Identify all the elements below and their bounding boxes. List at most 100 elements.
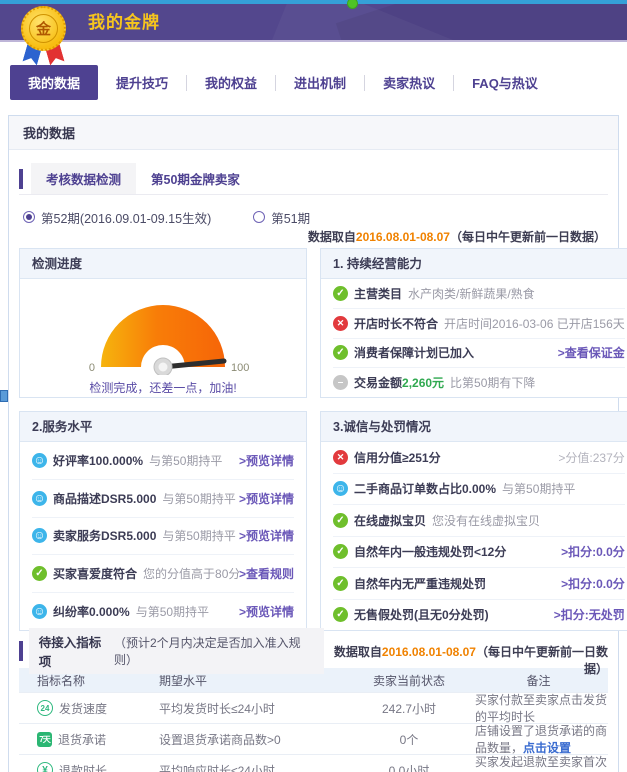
check-circle-icon [333,607,348,622]
metric-desc: 与第50期持平 [149,452,222,469]
panel-progress: 检测进度 0 [19,248,307,398]
metric-panels-grid: 检测进度 0 [19,248,608,631]
metric-title: 纠纷率0.000% [53,603,130,620]
indicator-current: 242.7小时 [349,700,469,717]
indicator-expect: 设置退货承诺商品数>0 [159,731,349,748]
table-row: 退货承诺 设置退货承诺商品数>0 0个 店铺设置了退货承诺的商品数量，点击设置 [19,723,608,754]
section-title: 我的数据 [9,116,618,150]
panel-service-body: 好评率100.000% 与第50期持平 >预览详情 商品描述DSR5.000 与… [20,442,306,630]
period-52-radio[interactable]: 第52期(2016.09.01-09.15生效) [23,208,211,227]
metric-row: 自然年内无严重违规处罚 >扣分:0.0分 [333,567,625,599]
metric-desc: 比第50期有下降 [450,374,535,391]
page-title: 我的金牌 [88,4,160,42]
pending-section-header: 待接入指标项 （预计2个月内决定是否加入准入规则） 数据取自2016.08.01… [19,638,608,664]
indicator-note: 买家发起退款至卖家首次响应的平均时间 [469,753,608,772]
radio-selected-icon[interactable] [23,211,35,223]
tab-entry-exit[interactable]: 进出机制 [276,65,364,100]
preview-detail-link[interactable]: >预览详情 [239,527,294,544]
metric-row: 消费者保障计划已加入 >查看保证金 [333,338,625,368]
indicator-current: 0.0小时 [349,762,469,772]
data-source-note: 数据取自2016.08.01-08.07（每日中午更新前一日数据） [324,643,608,659]
progress-gauge-body: 0 100 检测完成，还差一点，加油! [20,279,306,397]
metric-desc: 与第50期持平 [162,527,235,544]
metric-title: 主营类目 [354,285,402,302]
main-content-box: 我的数据 考核数据检测 第50期金牌卖家 第52期(2016.09.01-09.… [8,115,619,772]
table-row: 退款时长 平均响应时长≤24小时 0.0小时 买家发起退款至卖家首次响应的平均时… [19,754,608,772]
deduction-link[interactable]: >扣分:0.0分 [561,575,625,592]
metric-title: 交易金额 [354,374,402,391]
metric-title: 自然年内无严重违规处罚 [354,575,486,592]
period-51-label: 第51期 [271,208,310,227]
page-banner: 我的金牌 [0,4,627,42]
metric-title: 在线虚拟宝贝 [354,512,426,529]
medal-char: 金 [36,18,51,39]
tab-improve-skills[interactable]: 提升技巧 [98,65,186,100]
preview-detail-link[interactable]: >预览详情 [239,452,294,469]
smile-face-icon [333,481,348,496]
metric-desc: 您没有在线虚拟宝贝 [432,512,540,529]
indicator-note: 店铺设置了退货承诺的商品数量，点击设置 [469,722,608,756]
subtab-accent-bar [19,169,23,189]
tab-my-data[interactable]: 我的数据 [10,65,98,100]
metric-desc: 与第50期持平 [162,490,235,507]
sub-tabs: 考核数据检测 第50期金牌卖家 [19,163,608,195]
radio-unselected-icon[interactable] [253,211,265,223]
metric-title: 自然年内一般违规处罚<12分 [354,543,506,560]
metric-row: 卖家服务DSR5.000 与第50期持平 >预览详情 [32,517,294,555]
indicator-expect: 平均发货时长≤24小时 [159,700,349,717]
metric-desc: 与第50期持平 [136,603,209,620]
indicator-name: 退货承诺 [58,731,106,748]
deduction-link[interactable]: >扣分:0.0分 [561,543,625,560]
shipping-24h-icon [37,700,53,716]
table-row: 发货速度 平均发货时长≤24小时 242.7小时 买家付款至卖家点击发货的平均时… [19,692,608,723]
metric-title: 二手商品订单数占比0.00% [354,480,496,497]
metric-desc: 开店时间2016-03-06 已开店156天 [444,315,625,332]
view-rules-link[interactable]: >查看规则 [239,565,294,582]
table-header-row: 指标名称 期望水平 卖家当前状态 备注 [19,668,608,692]
metric-title: 商品描述DSR5.000 [53,490,156,507]
metric-row: 二手商品订单数占比0.00% 与第50期持平 [333,473,625,505]
metric-row: 在线虚拟宝贝 您没有在线虚拟宝贝 [333,504,625,536]
check-circle-icon [32,566,47,581]
metric-row: 信用分值≥251分 >分值:237分 [333,442,625,473]
metric-row: 主营类目 水产肉类/新鲜蔬果/熟食 [333,279,625,308]
panel-service: 2.服务水平 好评率100.000% 与第50期持平 >预览详情 商品描述DSR… [19,411,307,631]
preview-detail-link[interactable]: >预览详情 [239,490,294,507]
metric-title: 开店时长不符合 [354,315,438,332]
neutral-face-icon [333,375,348,390]
subtab-period50-sellers[interactable]: 第50期金牌卖家 [136,163,255,194]
progress-gauge: 0 100 [53,289,273,375]
gauge-max-label: 100 [231,362,249,374]
preview-detail-link[interactable]: >预览详情 [239,603,294,620]
metric-row: 商品描述DSR5.000 与第50期持平 >预览详情 [32,479,294,517]
tab-seller-discussion[interactable]: 卖家热议 [365,65,453,100]
view-deposit-link[interactable]: >查看保证金 [558,344,625,361]
check-circle-icon [333,576,348,591]
smile-face-icon [32,491,47,506]
medal-coin: 金 [21,6,66,51]
smile-face-icon [32,528,47,543]
panel-integrity-title: 3.诚信与处罚情况 [321,412,627,442]
metric-title: 卖家服务DSR5.000 [53,527,156,544]
smile-face-icon [32,604,47,619]
cross-circle-icon [333,316,348,331]
pending-subtitle: （预计2个月内决定是否加入准入规则） [114,634,314,668]
data-source-prefix: 数据取自 [308,230,356,244]
tab-my-benefits[interactable]: 我的权益 [187,65,275,100]
panel-progress-title: 检测进度 [20,249,306,279]
metric-desc: 水产肉类/新鲜蔬果/熟食 [408,285,535,302]
subtab-assessment-check[interactable]: 考核数据检测 [31,163,136,194]
panel-sustain: 1. 持续经营能力 主营类目 水产肉类/新鲜蔬果/熟食 开店时长不符合 开店时间… [320,248,627,398]
smile-face-icon [32,453,47,468]
tab-faq[interactable]: FAQ与热议 [454,65,556,100]
pending-indicators-table: 指标名称 期望水平 卖家当前状态 备注 发货速度 平均发货时长≤24小时 242… [19,668,608,772]
data-source-prefix: 数据取自 [334,645,382,659]
metric-title: 信用分值≥251分 [354,449,441,466]
period-51-radio[interactable]: 第51期 [253,208,310,227]
indicator-name: 退款时长 [59,762,107,772]
data-source-note: 数据取自2016.08.01-08.07（每日中午更新前一日数据） [9,228,606,244]
deduction-link[interactable]: >扣分:无处罚 [554,606,625,623]
panel-sustain-body: 主营类目 水产肉类/新鲜蔬果/熟食 开店时长不符合 开店时间2016-03-06… [321,279,627,397]
credit-score-note: >分值:237分 [558,449,624,466]
transaction-amount-value: 2,260元 [402,374,444,391]
